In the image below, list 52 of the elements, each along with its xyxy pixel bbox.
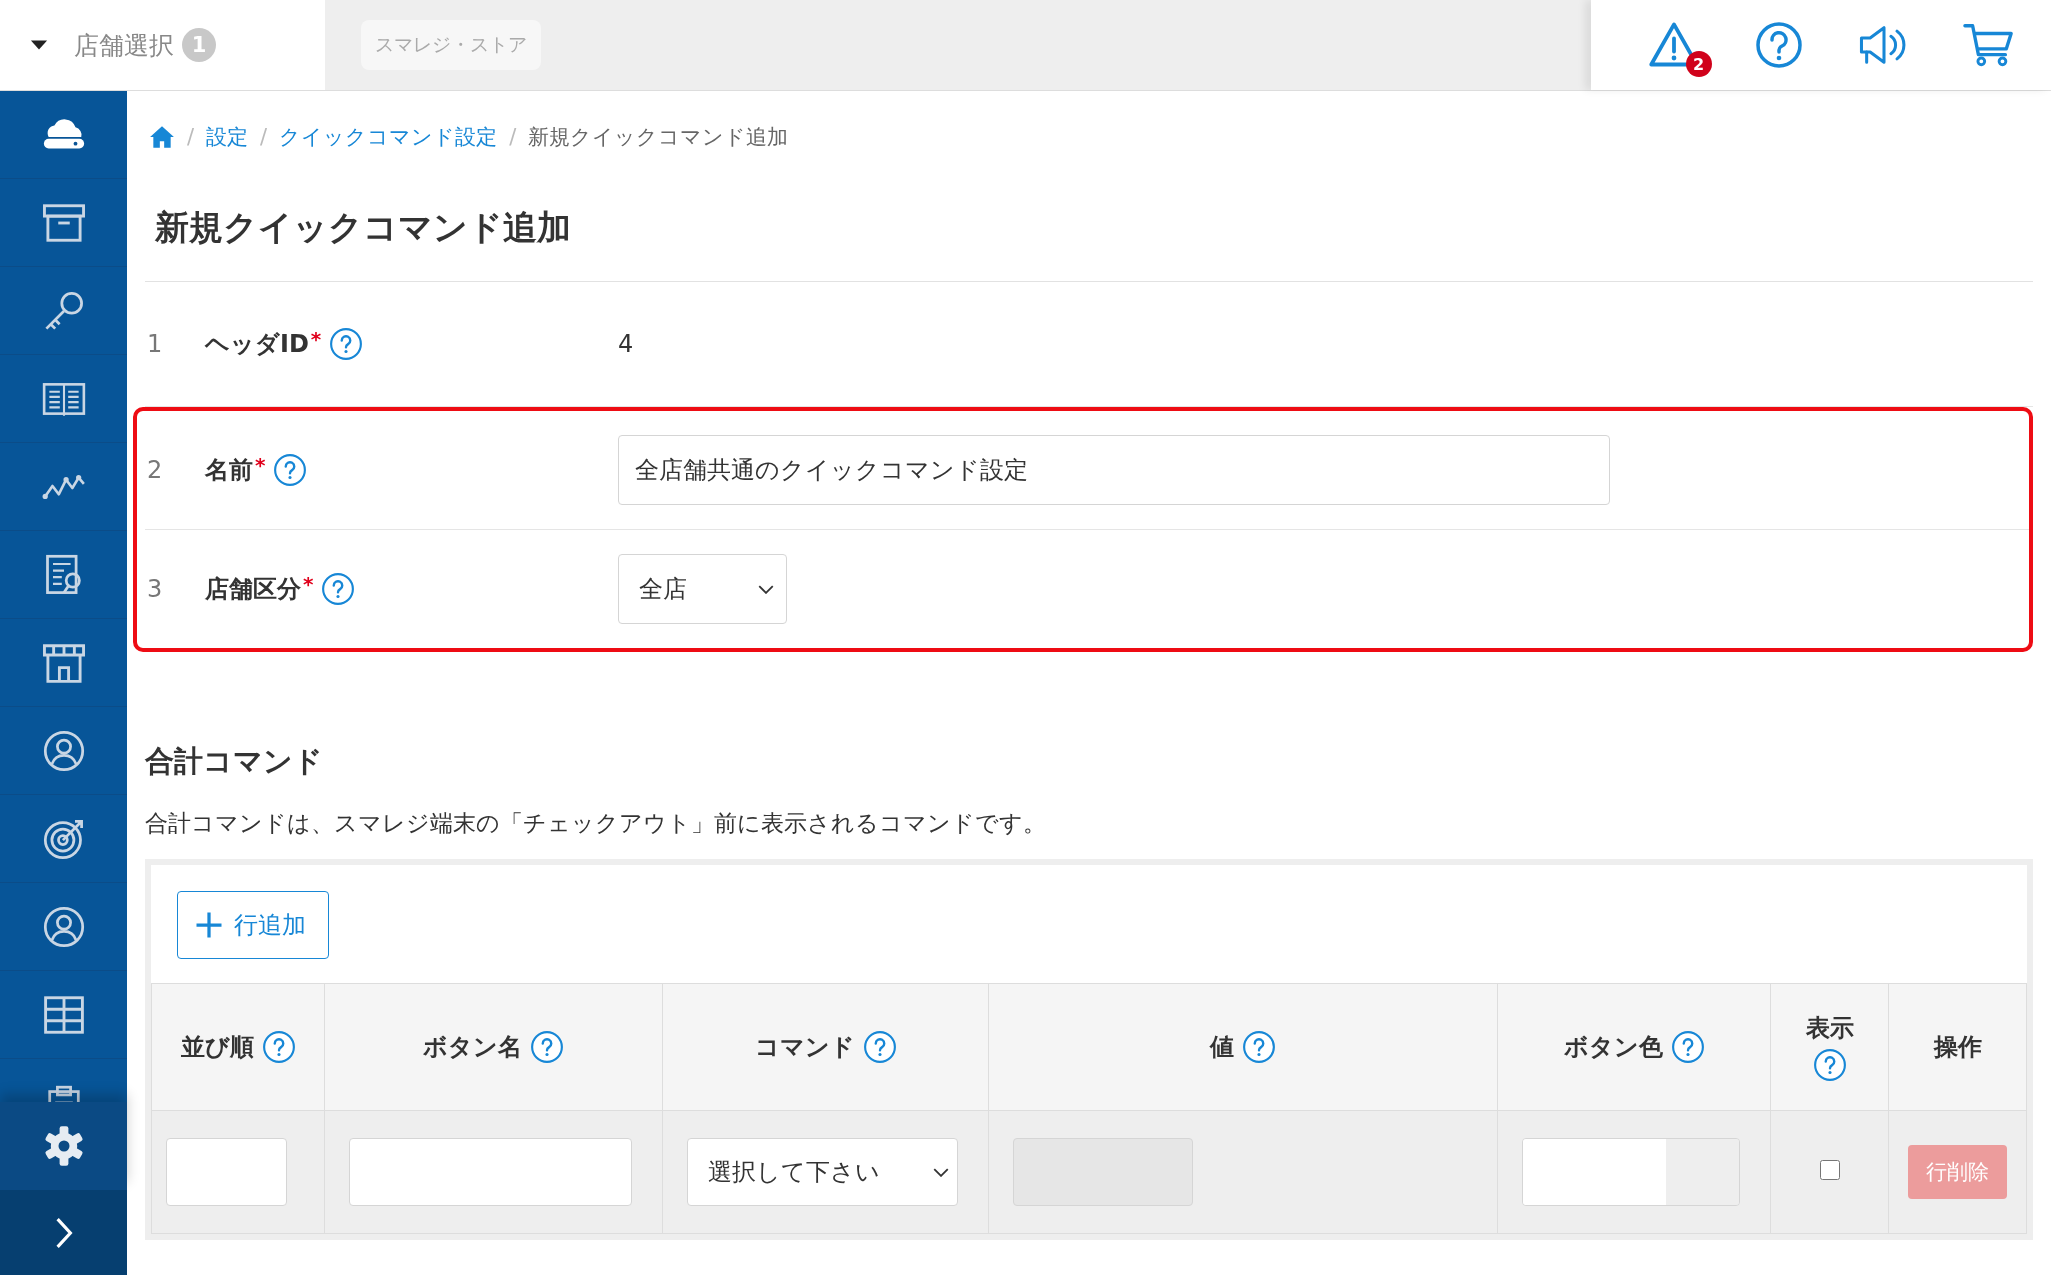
field-label: 店舗区分 bbox=[205, 574, 301, 605]
command-select[interactable]: 選択して下さい bbox=[687, 1138, 958, 1206]
row-number: 2 bbox=[146, 456, 164, 484]
section-title: 合計コマンド bbox=[145, 743, 324, 780]
field-label: 名前 bbox=[205, 455, 253, 486]
help-icon[interactable] bbox=[1670, 1030, 1705, 1064]
help-icon[interactable] bbox=[273, 453, 308, 487]
column-header: 操作 bbox=[1888, 983, 2027, 1111]
help-icon[interactable] bbox=[1242, 1030, 1276, 1064]
help-icon[interactable] bbox=[1812, 1048, 1847, 1082]
color-picker-field[interactable] bbox=[1522, 1138, 1740, 1206]
breadcrumb-current: 新規クイックコマンド追加 bbox=[528, 124, 789, 151]
home-icon[interactable] bbox=[149, 125, 175, 149]
column-header: 表示 bbox=[1770, 983, 1889, 1111]
caret-down-icon bbox=[933, 1167, 949, 1177]
name-input-field[interactable]: 全店舗共通のクイックコマンド設定 bbox=[618, 435, 1610, 505]
field-label: ヘッダID bbox=[205, 329, 309, 360]
column-header: 値 bbox=[988, 983, 1498, 1111]
required-mark: * bbox=[255, 453, 266, 477]
page-title: 新規クイックコマンド追加 bbox=[145, 183, 2033, 282]
section-description: 合計コマンドは、スマレジ端末の「チェックアウト」前に表示されるコマンドです。 bbox=[145, 809, 1047, 838]
required-mark: * bbox=[303, 572, 314, 596]
help-icon[interactable] bbox=[261, 1030, 296, 1064]
column-header: 並び順 bbox=[151, 983, 325, 1111]
column-header: ボタン色 bbox=[1497, 983, 1771, 1111]
cart-icon[interactable] bbox=[1962, 21, 2015, 69]
breadcrumb-link[interactable]: クイックコマンド設定 bbox=[279, 123, 498, 151]
add-row-button[interactable]: 行追加 bbox=[177, 891, 329, 959]
row-number: 1 bbox=[146, 330, 164, 358]
help-icon[interactable] bbox=[321, 572, 356, 606]
column-header: ボタン名 bbox=[324, 983, 663, 1111]
required-mark: * bbox=[310, 327, 322, 351]
plus-icon bbox=[194, 910, 224, 940]
breadcrumb-separator: / bbox=[509, 125, 517, 149]
breadcrumb-separator: / bbox=[187, 125, 195, 149]
button-name-input-field[interactable] bbox=[349, 1138, 632, 1206]
store-type-select[interactable]: 全店 bbox=[618, 554, 787, 624]
breadcrumb-link[interactable]: 設定 bbox=[206, 123, 249, 151]
caret-down-icon[interactable] bbox=[30, 39, 48, 51]
store-selector-label[interactable]: 店舗選択 bbox=[74, 28, 174, 62]
display-checkbox[interactable] bbox=[1819, 1160, 1840, 1180]
help-icon[interactable] bbox=[530, 1030, 564, 1064]
order-input-field[interactable] bbox=[166, 1138, 287, 1206]
field-value: 4 bbox=[618, 330, 634, 358]
help-icon[interactable] bbox=[862, 1030, 897, 1064]
help-icon[interactable] bbox=[329, 327, 364, 361]
column-header: コマンド bbox=[662, 983, 989, 1111]
breadcrumb-separator: / bbox=[260, 125, 268, 149]
caret-down-icon bbox=[758, 584, 774, 594]
alert-count-badge: 2 bbox=[1685, 51, 1712, 77]
row-number: 3 bbox=[146, 575, 164, 603]
store-name-chip: スマレジ・ストア bbox=[361, 20, 541, 70]
